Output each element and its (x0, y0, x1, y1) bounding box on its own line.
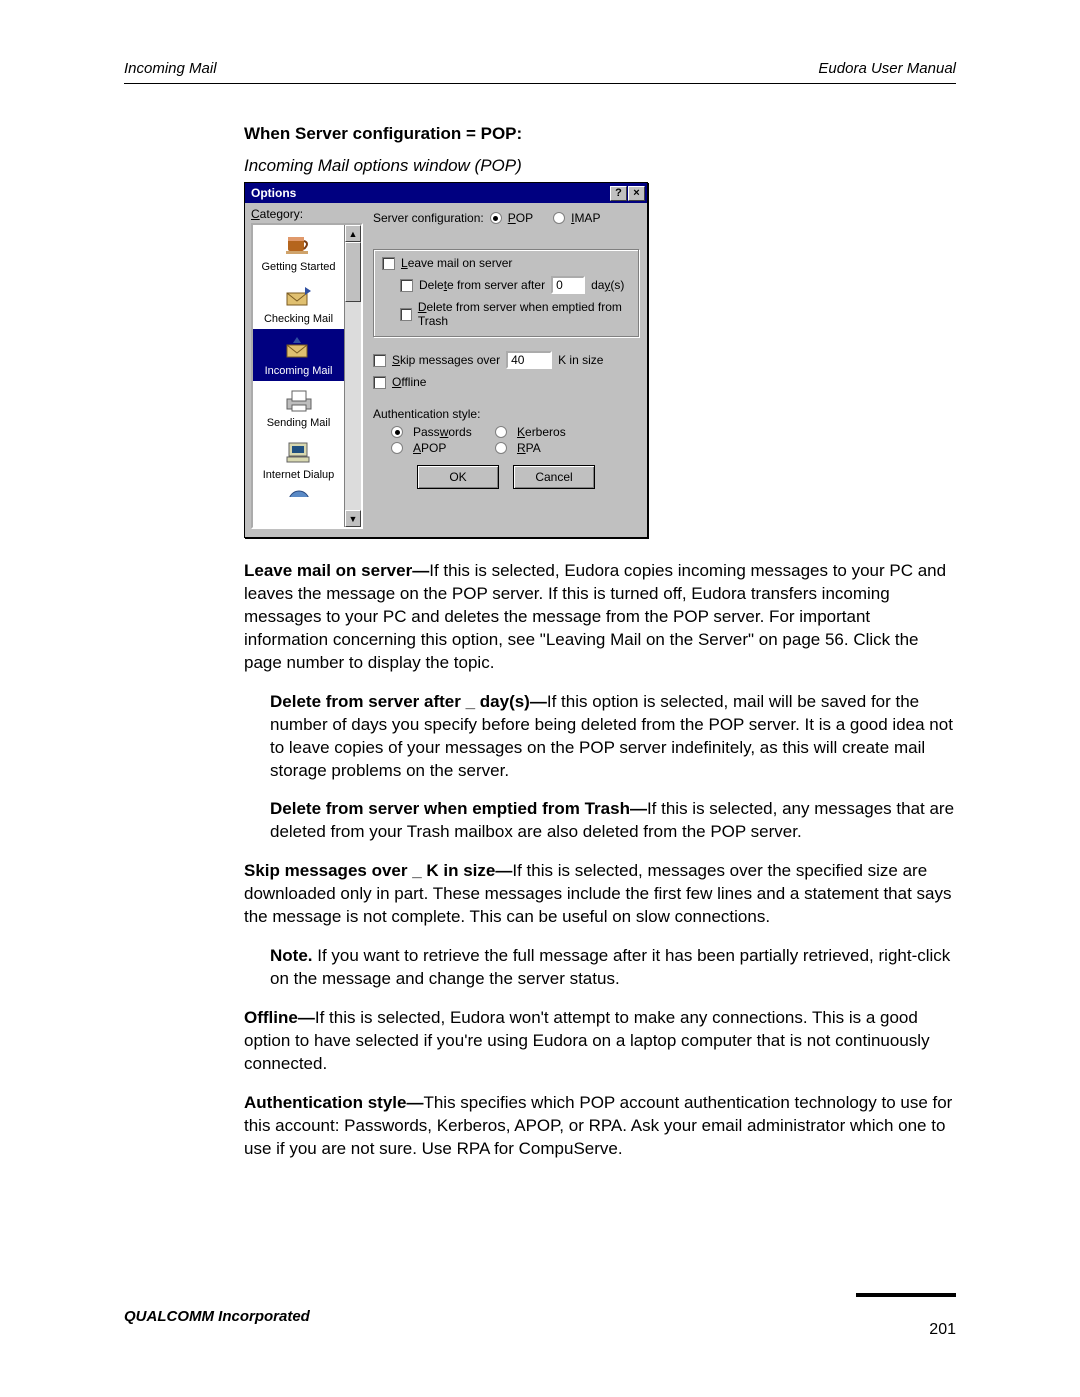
ok-button[interactable]: OK (417, 465, 499, 489)
radio-kerberos-label: Kerberos (517, 425, 566, 439)
category-label-text: Sending Mail (253, 417, 344, 429)
radio-imap-label: IMAP (571, 211, 600, 225)
printer-icon (281, 385, 317, 415)
cup-icon (281, 229, 317, 259)
check-skip[interactable] (373, 354, 386, 367)
category-label: Category: (251, 207, 363, 221)
skip-input[interactable]: 40 (506, 351, 552, 369)
section-title: When Server configuration = POP: (244, 124, 956, 144)
para-skip: Skip messages over _ K in size—If this i… (244, 860, 956, 929)
scroll-up-button[interactable]: ▲ (345, 225, 361, 242)
scroll-down-button[interactable]: ▼ (345, 510, 361, 527)
radio-rpa[interactable] (495, 442, 507, 454)
radio-pop-label: POP (508, 211, 533, 225)
check-delete-after[interactable] (400, 279, 413, 292)
check-leave-mail-label: Leave mail on server (401, 256, 512, 270)
radio-pop[interactable] (490, 212, 502, 224)
check-delete-after-label: Delete from server after (419, 278, 545, 292)
radio-kerberos[interactable] (495, 426, 507, 438)
category-checking-mail[interactable]: Checking Mail (253, 277, 344, 329)
para-leave-mail: Leave mail on server—If this is selected… (244, 560, 956, 675)
envelope-down-icon (281, 333, 317, 363)
scroll-track[interactable] (345, 242, 361, 510)
footer-company: QUALCOMM Incorporated (124, 1308, 310, 1325)
titlebar: Options ? × (245, 183, 647, 203)
radio-passwords-label: Passwords (413, 425, 485, 439)
header-right: Eudora User Manual (818, 60, 956, 77)
radio-apop-label: APOP (413, 441, 485, 455)
radio-imap[interactable] (553, 212, 565, 224)
para-delete-after: Delete from server after _ day(s)—If thi… (244, 691, 956, 783)
category-sending-mail[interactable]: Sending Mail (253, 381, 344, 433)
para-delete-trash: Delete from server when emptied from Tra… (244, 798, 956, 844)
delete-after-input[interactable]: 0 (551, 276, 585, 294)
days-label: day(s) (591, 278, 624, 292)
category-label-text: Internet Dialup (253, 469, 344, 481)
check-offline[interactable] (373, 376, 386, 389)
check-leave-mail[interactable] (382, 257, 395, 270)
globe-icon (281, 489, 317, 497)
cancel-button[interactable]: Cancel (513, 465, 595, 489)
footer-rule (856, 1293, 956, 1297)
server-config-label: Server configuration: (373, 211, 484, 225)
header-left: Incoming Mail (124, 60, 217, 77)
radio-rpa-label: RPA (517, 441, 541, 455)
leave-mail-group: Leave mail on server Delete from server … (373, 249, 639, 337)
options-dialog: Options ? × Category: (244, 182, 648, 538)
category-partial[interactable] (253, 485, 344, 497)
category-scrollbar[interactable]: ▲ ▼ (344, 225, 361, 527)
category-getting-started[interactable]: Getting Started (253, 225, 344, 277)
auth-style-label: Authentication style: (373, 407, 639, 421)
check-offline-label: Offline (392, 375, 426, 389)
category-label-text: Incoming Mail (253, 365, 344, 377)
envelope-in-icon (281, 281, 317, 311)
category-label-text: Getting Started (253, 261, 344, 273)
radio-passwords[interactable] (391, 426, 403, 438)
para-auth: Authentication style—This specifies whic… (244, 1092, 956, 1161)
para-note: Note. If you want to retrieve the full m… (244, 945, 956, 991)
para-offline: Offline—If this is selected, Eudora won'… (244, 1007, 956, 1076)
category-internet-dialup[interactable]: Internet Dialup (253, 433, 344, 485)
computer-icon (281, 437, 317, 467)
help-button[interactable]: ? (610, 186, 627, 201)
page-number: 201 (929, 1321, 956, 1339)
category-label-text: Checking Mail (253, 313, 344, 325)
check-delete-trash-label: Delete from server when emptied from Tra… (418, 300, 630, 328)
close-button[interactable]: × (628, 186, 645, 201)
check-skip-label: Skip messages over (392, 353, 500, 367)
check-delete-trash[interactable] (400, 308, 412, 321)
header-rule (124, 83, 956, 84)
category-list: Getting Started Checking Mail (251, 223, 363, 529)
radio-apop[interactable] (391, 442, 403, 454)
scroll-thumb[interactable] (345, 242, 361, 302)
dialog-title: Options (251, 186, 609, 200)
category-incoming-mail[interactable]: Incoming Mail (253, 329, 344, 381)
figure-caption: Incoming Mail options window (POP) (244, 156, 956, 176)
k-in-size-label: K in size (558, 353, 603, 367)
